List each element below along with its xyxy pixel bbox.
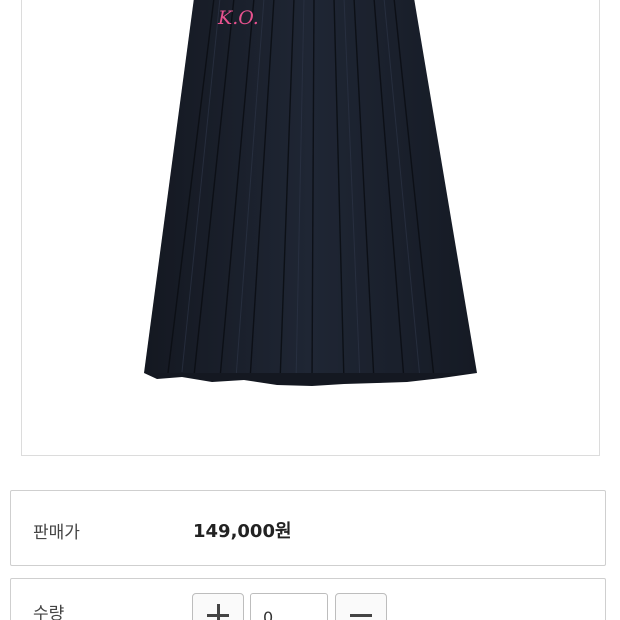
quantity-section: 수량 0 bbox=[10, 578, 606, 620]
skirt-illustration: K.O. bbox=[144, 0, 477, 386]
quantity-decrease-button[interactable] bbox=[335, 593, 387, 620]
price-label: 판매가 bbox=[33, 523, 80, 543]
brand-logo: K.O. bbox=[217, 7, 259, 29]
quantity-input[interactable]: 0 bbox=[250, 593, 328, 620]
quantity-increase-button[interactable] bbox=[192, 593, 244, 620]
price-value: 149,000원 bbox=[193, 521, 292, 542]
price-section: 판매가 149,000원 bbox=[10, 490, 606, 566]
product-detail-page: K.O. 판매가 149,000원 수량 0 bbox=[0, 0, 620, 620]
quantity-label: 수량 bbox=[33, 604, 65, 620]
product-image: K.O. bbox=[21, 0, 600, 456]
